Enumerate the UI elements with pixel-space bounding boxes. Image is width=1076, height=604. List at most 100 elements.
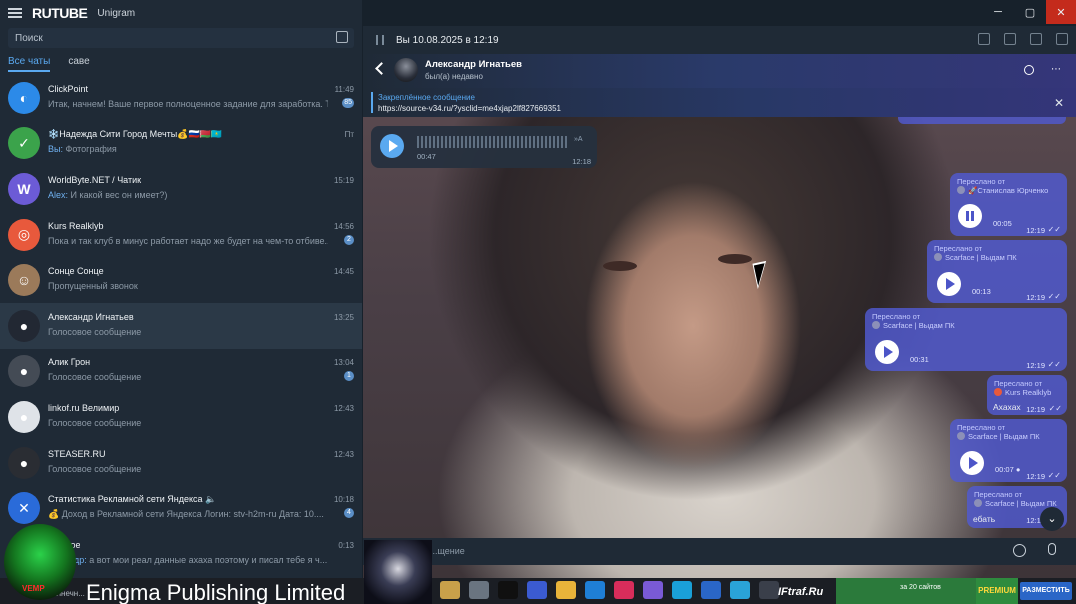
chat-list-item[interactable]: ☺ Сонце Сонце Пропущенный звонок 14:45 <box>0 257 362 303</box>
emoji-icon[interactable] <box>1013 544 1026 557</box>
chat-list-item[interactable]: ✓ ❄️Надежда Сити Город Мечты💰🇷🇺🇧🇾🇰🇿 Вы: Фо… <box>0 121 362 167</box>
close-player-icon[interactable] <box>1056 33 1068 45</box>
chat-time: 10:18 <box>333 495 354 505</box>
outlook-icon[interactable] <box>585 581 605 599</box>
forward-from[interactable]: Scarface | Выдам ПК <box>974 499 1057 508</box>
folder-icon[interactable] <box>556 581 576 599</box>
tab-all-chats[interactable]: Все чаты <box>8 56 51 72</box>
tab-save[interactable]: саве <box>68 56 89 72</box>
waveform[interactable] <box>417 136 567 148</box>
preview-text: 💰 Доход в Рекламной сети Яндекса Логин: … <box>48 509 324 520</box>
chat-preview: Пропущенный звонок <box>48 281 138 291</box>
taskbar-app-icon[interactable] <box>527 581 547 599</box>
chat-info: ❄️Надежда Сити Город Мечты💰🇷🇺🇧🇾🇰🇿 Вы: Фот… <box>48 127 356 159</box>
chat-name: Алик Грон <box>48 357 91 368</box>
chat-list-item[interactable]: ◐ ClickPoint Итак, начнем! Ваше первое пол… <box>0 75 362 121</box>
scroll-down-button[interactable]: ⌄ <box>1040 507 1064 531</box>
chat-info: STEASER.RU Голосовое сообщение 12:43 <box>48 447 356 479</box>
forward-from[interactable]: 🚀Станислав Юрченко <box>957 186 1048 195</box>
tiktok-icon[interactable] <box>498 581 518 599</box>
play-icon[interactable] <box>937 272 961 296</box>
play-icon[interactable] <box>960 451 984 475</box>
play-icon[interactable] <box>875 340 899 364</box>
place-ad-button[interactable]: РАЗМЕСТИТЬ <box>1020 582 1072 600</box>
chat-time: 11:49 <box>334 84 354 94</box>
preview-text: Голосовое сообщение <box>48 463 142 474</box>
incoming-voice-message[interactable]: »A 00:47 12:18 <box>371 126 597 168</box>
pause-icon[interactable] <box>376 35 384 45</box>
forwarded-voice-message[interactable]: Переслано от Scarface | Выдам ПК 00:07 ●… <box>950 419 1067 482</box>
pause-icon[interactable] <box>958 204 982 228</box>
chat-time: 0:13 <box>338 540 354 550</box>
preview-text: Фотография <box>65 144 117 155</box>
more-icon[interactable]: ⋯ <box>1051 64 1062 75</box>
chat-name: linkof.ru Велимир <box>48 402 120 413</box>
volume-icon[interactable] <box>978 33 990 45</box>
maximize-button[interactable]: ▢ <box>1014 0 1046 24</box>
forward-label: Переслано от <box>957 177 1006 186</box>
microphone-icon[interactable] <box>1048 543 1056 555</box>
pinned-message[interactable]: Закреплённое сообщение https://source-v3… <box>363 88 1076 117</box>
repeat-icon[interactable] <box>1030 33 1042 45</box>
taskbar-app-icon[interactable] <box>614 581 634 599</box>
forward-from[interactable]: Scarface | Выдам ПК <box>957 432 1040 441</box>
preview-text: Пока и так клуб в минус работает надо же… <box>48 235 328 246</box>
taskbar-app-icon[interactable] <box>759 581 779 599</box>
chat-info: Kurs Realklyb Пока и так клуб в минус раб… <box>48 219 356 251</box>
chat-list-item[interactable]: ● Алик Грон Голосовое сообщение 13:04 1 <box>0 349 362 395</box>
sender-avatar <box>974 499 982 507</box>
chat-list-item[interactable]: W WorldByte.NET / Чатик Alex: И какой вес … <box>0 166 362 212</box>
window-controls: ─ ▢ ✕ <box>982 0 1076 24</box>
compose-icon[interactable] <box>336 31 348 43</box>
chat-list-item[interactable]: ● STEASER.RU Голосовое сообщение 12:43 <box>0 440 362 486</box>
chat-preview: Голосовое сообщение <box>48 372 141 382</box>
chat-sidebar: RUTUBE Unigram Поиск Все чаты саве ◐ Clic… <box>0 0 362 578</box>
forwarded-voice-message[interactable]: Переслано от Scarface | Выдам ПК 00:31 1… <box>865 308 1067 371</box>
overlay-caption: Enigma Publishing Limited <box>86 580 346 604</box>
chat-time: 12:43 <box>333 403 354 413</box>
chat-preview: Alex: И какой вес он имеет?) <box>48 190 167 200</box>
sender-avatar <box>957 186 965 194</box>
chat-name: Kurs Realklyb <box>48 220 104 231</box>
avatar: W <box>8 172 40 205</box>
playlist-icon[interactable] <box>1004 33 1016 45</box>
preview-text: Пропущенный звонок <box>48 281 138 292</box>
edge-icon[interactable] <box>672 581 692 599</box>
avatar: ✓ <box>8 127 40 160</box>
chat-list-item[interactable]: ◎ Kurs Realklyb Пока и так клуб в минус ра… <box>0 212 362 258</box>
speed-toggle[interactable]: »A <box>574 136 583 143</box>
chat-list-item[interactable]: ● Александр Игнатьев Голосовое сообщение 13… <box>0 302 362 349</box>
back-icon[interactable] <box>375 62 388 75</box>
chat-preview: ...ксандр: а вот мои реал данные ахаха п… <box>48 555 327 565</box>
chat-list-item[interactable]: ● linkof.ru Велимир Голосовое сообщение 12:… <box>0 394 362 440</box>
chat-list-item[interactable]: ✕ Статистика Рекламной сети Яндекса 🔈 💰 До… <box>0 485 362 531</box>
forward-from[interactable]: Kurs Realklyb <box>994 388 1051 397</box>
forwarded-voice-message[interactable]: Переслано от 🚀Станислав Юрченко 00:05 12… <box>950 173 1067 236</box>
close-icon[interactable]: ✕ <box>1054 96 1064 110</box>
taskbar-app-icon[interactable] <box>643 581 663 599</box>
taskbar-app-icon[interactable] <box>440 581 460 599</box>
chat-info: linkof.ru Велимир Голосовое сообщение 12:4… <box>48 401 356 433</box>
telegram-icon[interactable] <box>730 581 750 599</box>
search-input[interactable]: Поиск <box>8 28 354 48</box>
chat-preview: Итак, начнем! Ваше первое полноценное за… <box>48 99 328 109</box>
chat-name: Статистика Рекламной сети Яндекса 🔈 <box>48 494 217 505</box>
avatar[interactable] <box>394 58 418 82</box>
notes-icon[interactable] <box>701 581 721 599</box>
menu-icon[interactable] <box>8 8 22 18</box>
message-input-bar[interactable]: ...щение <box>363 538 1076 565</box>
forwarded-voice-message[interactable]: Переслано от Scarface | Выдам ПК 00:13 1… <box>927 240 1067 303</box>
forward-from[interactable]: Scarface | Выдам ПК <box>872 321 955 330</box>
message-text: Ахахах <box>993 402 1021 412</box>
play-icon[interactable] <box>380 134 404 158</box>
forward-from[interactable]: Scarface | Выдам ПК <box>934 253 1017 262</box>
ad-banner[interactable] <box>836 578 976 604</box>
read-checks-icon: ✓✓ <box>1047 360 1061 369</box>
search-icon[interactable] <box>1024 65 1034 75</box>
minimize-button[interactable]: ─ <box>982 0 1014 24</box>
forwarded-text-message[interactable]: Переслано от Kurs Realklyb Ахахах 12:19 … <box>987 375 1067 415</box>
taskbar-app-icon[interactable] <box>469 581 489 599</box>
chat-title[interactable]: Александр Игнатьев <box>425 59 522 70</box>
close-window-button[interactable]: ✕ <box>1046 0 1076 24</box>
premium-badge[interactable]: PREMIUM <box>976 578 1018 604</box>
